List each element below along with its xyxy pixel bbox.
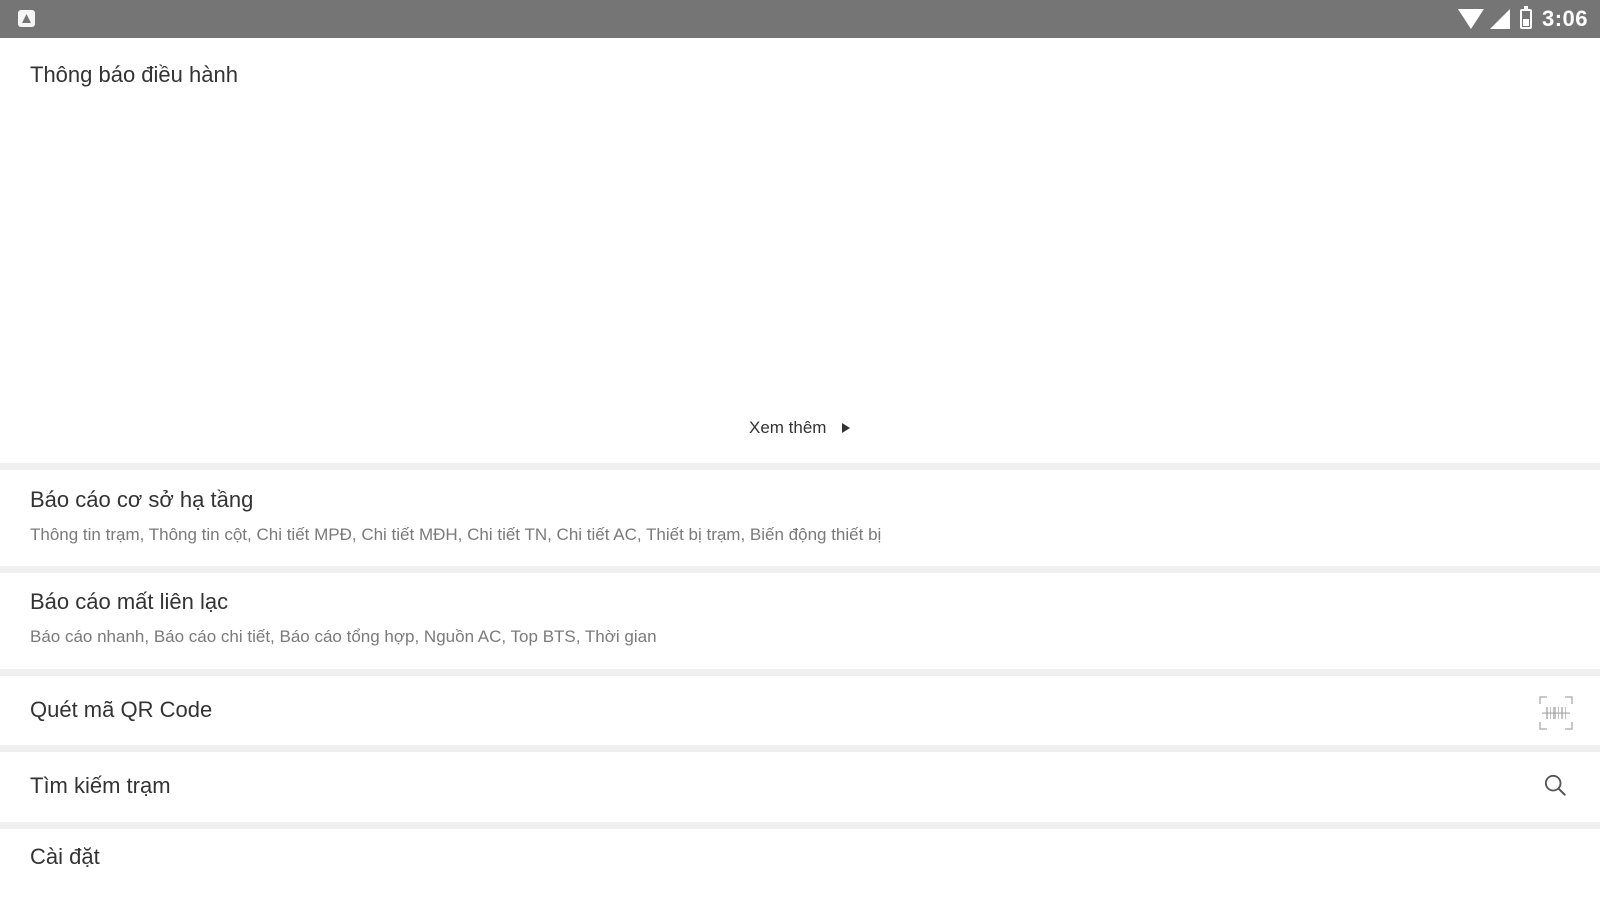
divider bbox=[0, 566, 1600, 573]
wifi-icon bbox=[1457, 9, 1484, 29]
menu-item-title: Quét mã QR Code bbox=[30, 697, 213, 722]
battery-icon bbox=[1519, 6, 1532, 29]
play-arrow-icon bbox=[842, 423, 851, 433]
cell-signal-icon bbox=[1489, 9, 1510, 29]
divider bbox=[0, 463, 1600, 470]
menu-item-title: Báo cáo mất liên lạc bbox=[30, 589, 229, 614]
see-more-label: Xem thêm bbox=[749, 418, 827, 437]
divider bbox=[0, 669, 1600, 676]
menu-item-subtitle: Báo cáo nhanh, Báo cáo chi tiết, Báo cáo… bbox=[30, 627, 657, 646]
menu-item-settings[interactable]: Cài đặt bbox=[0, 829, 1600, 900]
operational-notice-card: Thông báo điều hành Xem thêm bbox=[0, 38, 1600, 463]
status-bar: 3:06 bbox=[0, 0, 1600, 38]
menu-item-station-search[interactable]: Tìm kiếm trạm bbox=[0, 752, 1600, 822]
menu-item-lost-contact-report[interactable]: Báo cáo mất liên lạc Báo cáo nhanh, Báo … bbox=[0, 573, 1600, 669]
menu-item-qr-scan[interactable]: Quét mã QR Code bbox=[0, 676, 1600, 745]
menu-item-subtitle: Thông tin trạm, Thông tin cột, Chi tiết … bbox=[30, 525, 882, 544]
app-notification-icon bbox=[18, 10, 35, 27]
menu-item-title: Báo cáo cơ sở hạ tầng bbox=[30, 487, 254, 512]
see-more-link[interactable]: Xem thêm bbox=[749, 418, 851, 438]
divider bbox=[0, 745, 1600, 752]
menu-item-title: Cài đặt bbox=[30, 844, 100, 869]
search-icon[interactable] bbox=[1544, 774, 1566, 796]
menu-item-infrastructure-report[interactable]: Báo cáo cơ sở hạ tầng Thông tin trạm, Th… bbox=[0, 470, 1600, 566]
qr-code-icon[interactable] bbox=[1538, 695, 1574, 731]
status-time: 3:06 bbox=[1541, 6, 1588, 31]
notice-title: Thông báo điều hành bbox=[30, 62, 238, 87]
status-icons: 3:06 bbox=[1457, 0, 1588, 38]
menu-item-title: Tìm kiếm trạm bbox=[30, 773, 171, 798]
divider bbox=[0, 822, 1600, 829]
